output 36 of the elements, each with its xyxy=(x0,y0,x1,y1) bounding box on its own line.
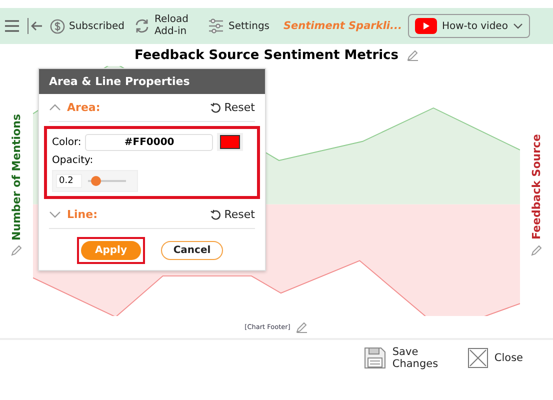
menu-icon[interactable] xyxy=(4,19,20,33)
sliders-icon xyxy=(208,18,224,34)
chevron-down-icon xyxy=(512,23,523,29)
pencil-icon[interactable] xyxy=(530,244,542,256)
opacity-input[interactable]: 0.2 xyxy=(56,174,82,188)
settings-button[interactable]: Settings xyxy=(208,18,270,34)
reset-button[interactable]: Reset xyxy=(210,101,255,114)
add-in-name: Sentiment Sparkli... xyxy=(284,20,402,32)
play-icon xyxy=(414,18,437,34)
chevron-down-icon xyxy=(49,211,61,218)
field-label: Opacity: xyxy=(52,155,94,166)
undo-icon xyxy=(210,209,222,220)
chart-title: Feedback Source Sentiment Metrics xyxy=(134,48,398,62)
save-changes-button[interactable]: Save Changes xyxy=(364,346,436,370)
axis-title: Feedback Source xyxy=(530,134,543,240)
pencil-icon[interactable] xyxy=(296,321,308,333)
dollar-icon xyxy=(50,18,65,34)
reset-button[interactable]: Reset xyxy=(210,208,255,221)
axis-title: Number of Mentions xyxy=(10,114,23,240)
color-swatch[interactable] xyxy=(220,135,240,149)
pencil-icon[interactable] xyxy=(406,49,418,61)
back-icon[interactable] xyxy=(26,17,44,35)
pencil-icon[interactable] xyxy=(10,244,22,256)
dialog-title: Area & Line Properties xyxy=(39,69,265,94)
field-label: Color: xyxy=(52,136,82,148)
refresh-icon xyxy=(134,18,150,34)
color-input[interactable]: #FF0000 xyxy=(85,134,214,150)
close-icon xyxy=(468,348,488,368)
slider-thumb[interactable] xyxy=(90,176,101,186)
reload-button[interactable]: Reload Add-in xyxy=(134,14,198,38)
close-button[interactable]: Close xyxy=(468,348,523,368)
chevron-up-icon xyxy=(49,104,61,111)
subscribed-button[interactable]: Subscribed xyxy=(50,18,124,34)
undo-icon xyxy=(210,102,222,113)
how-to-video-dropdown[interactable]: How-to video xyxy=(408,14,530,38)
cancel-button[interactable]: Cancel xyxy=(161,241,223,260)
